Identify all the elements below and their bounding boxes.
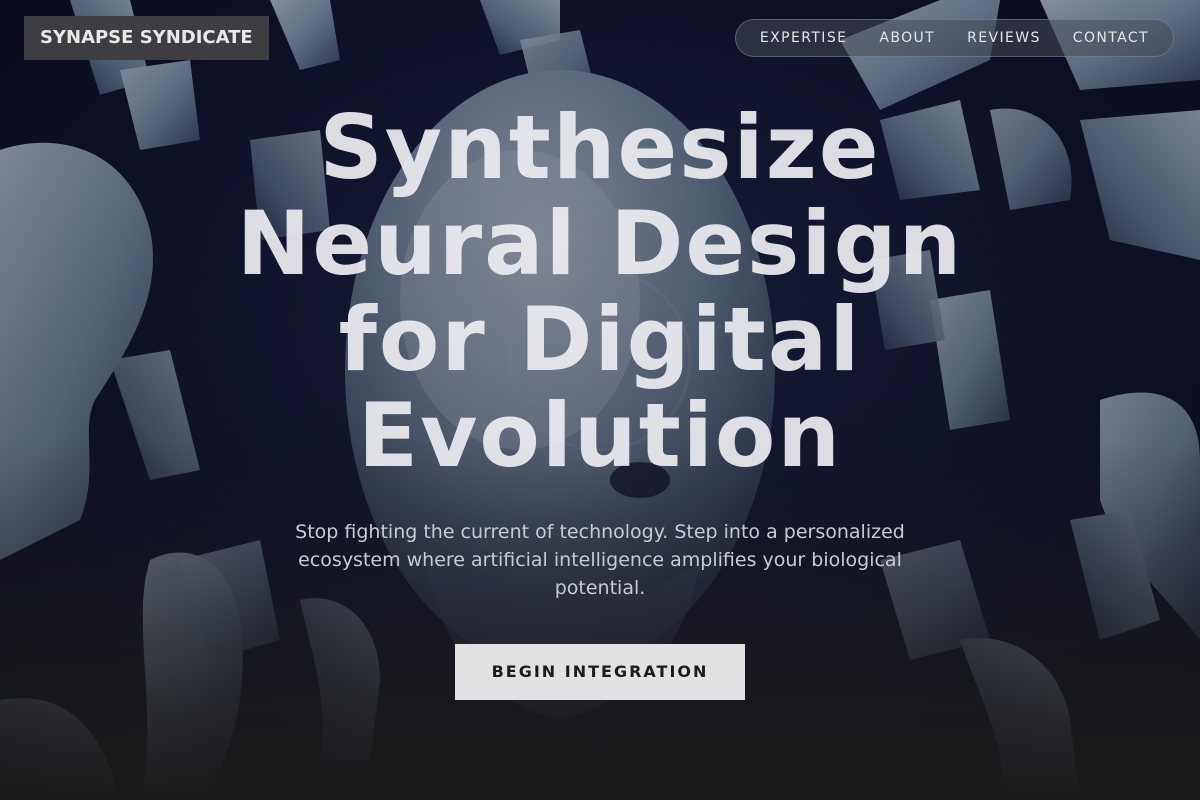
hero-title: Synthesize Neural Design for Digital Evo… xyxy=(236,96,964,487)
brand-logo[interactable]: SYNAPSE SYNDICATE xyxy=(24,16,269,60)
begin-integration-button[interactable]: BEGIN INTEGRATION xyxy=(455,644,745,700)
hero-section: Synthesize Neural Design for Digital Evo… xyxy=(0,100,1200,700)
main-nav: EXPERTISE ABOUT REVIEWS CONTACT xyxy=(734,19,1174,57)
nav-item-contact[interactable]: CONTACT xyxy=(1057,20,1165,56)
hero-subtitle: Stop fighting the current of technology.… xyxy=(295,521,905,599)
nav-item-reviews[interactable]: REVIEWS xyxy=(951,20,1057,56)
nav-item-about[interactable]: ABOUT xyxy=(863,20,951,56)
nav-item-expertise[interactable]: EXPERTISE xyxy=(744,20,863,56)
